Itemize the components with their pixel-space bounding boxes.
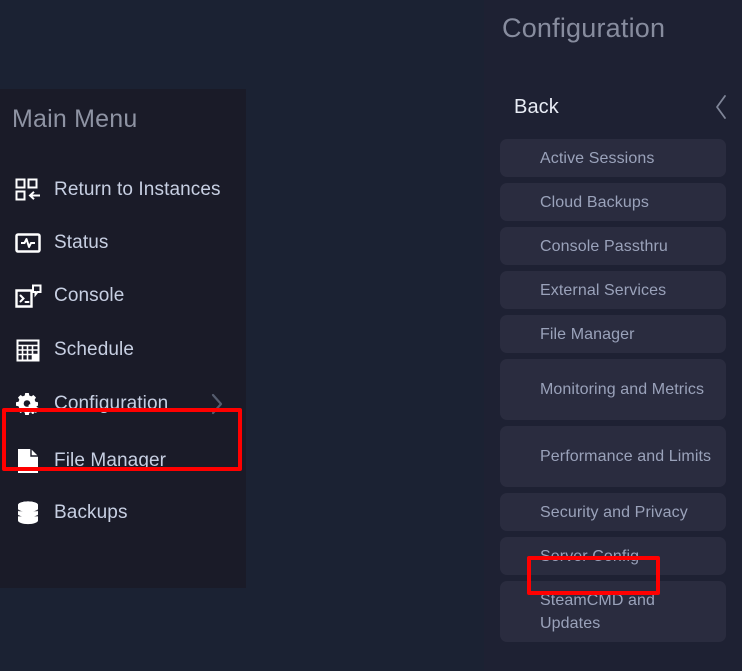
menu-item-label: Console (54, 285, 125, 306)
chevron-right-icon (210, 392, 224, 416)
config-item-active-sessions[interactable]: Active Sessions (500, 139, 726, 177)
config-item-server-config[interactable]: Server Config (500, 537, 726, 575)
chevron-left-icon (712, 92, 730, 122)
config-item-performance-and-limits[interactable]: Performance and Limits (500, 426, 726, 487)
config-item-monitoring-and-metrics[interactable]: Monitoring and Metrics (500, 359, 726, 420)
config-item-label: Security and Privacy (540, 503, 688, 521)
menu-item-label: Status (54, 232, 109, 253)
config-item-console-passthru[interactable]: Console Passthru (500, 227, 726, 265)
config-item-steamcmd-and-updates[interactable]: SteamCMD and Updates (500, 581, 726, 642)
console-terminal-icon (14, 282, 42, 310)
main-menu-panel: Main Menu Return to Instances Status Con… (0, 89, 246, 588)
config-item-label: Console Passthru (540, 237, 668, 255)
config-item-external-services[interactable]: External Services (500, 271, 726, 309)
configuration-panel: Configuration Back Active Sessions Cloud… (484, 0, 742, 671)
config-item-label: Performance and Limits (540, 448, 712, 465)
config-item-label: Server Config (540, 547, 640, 565)
back-button[interactable]: Back (484, 88, 742, 126)
config-item-label: SteamCMD and Updates (540, 591, 656, 632)
menu-item-label: Backups (54, 502, 128, 523)
config-item-label: Cloud Backups (540, 193, 649, 211)
status-monitor-icon (14, 229, 42, 257)
config-item-security-and-privacy[interactable]: Security and Privacy (500, 493, 726, 531)
menu-item-backups[interactable]: Backups (0, 488, 246, 538)
config-item-cloud-backups[interactable]: Cloud Backups (500, 183, 726, 221)
back-button-label: Back (514, 95, 559, 118)
configuration-panel-title: Configuration (502, 13, 666, 43)
main-menu-title: Main Menu (12, 105, 138, 133)
menu-item-status[interactable]: Status (0, 220, 246, 266)
menu-item-return-to-instances[interactable]: Return to Instances (0, 160, 246, 220)
config-item-file-manager[interactable]: File Manager (500, 315, 726, 353)
config-item-label: File Manager (540, 325, 635, 343)
config-item-label: Monitoring and Metrics (540, 381, 705, 398)
menu-item-label: File Manager (54, 450, 167, 471)
main-menu-list: Return to Instances Status Console Sched… (0, 160, 246, 538)
configuration-items-list: Active Sessions Cloud Backups Console Pa… (484, 139, 742, 648)
menu-item-console[interactable]: Console (0, 266, 246, 326)
menu-item-schedule[interactable]: Schedule (0, 326, 246, 374)
document-page-icon (14, 447, 42, 475)
menu-item-label: Schedule (54, 339, 135, 360)
gears-icon (14, 390, 42, 418)
config-item-label: External Services (540, 281, 667, 299)
menu-item-label: Configuration (54, 393, 169, 414)
return-to-instances-icon (14, 176, 42, 204)
schedule-calendar-icon (14, 336, 42, 364)
menu-item-configuration[interactable]: Configuration (0, 374, 246, 434)
config-item-label: Active Sessions (540, 149, 655, 167)
menu-item-label: Return to Instances (54, 179, 221, 200)
menu-item-file-manager[interactable]: File Manager (0, 434, 246, 488)
database-stack-icon (14, 499, 42, 527)
